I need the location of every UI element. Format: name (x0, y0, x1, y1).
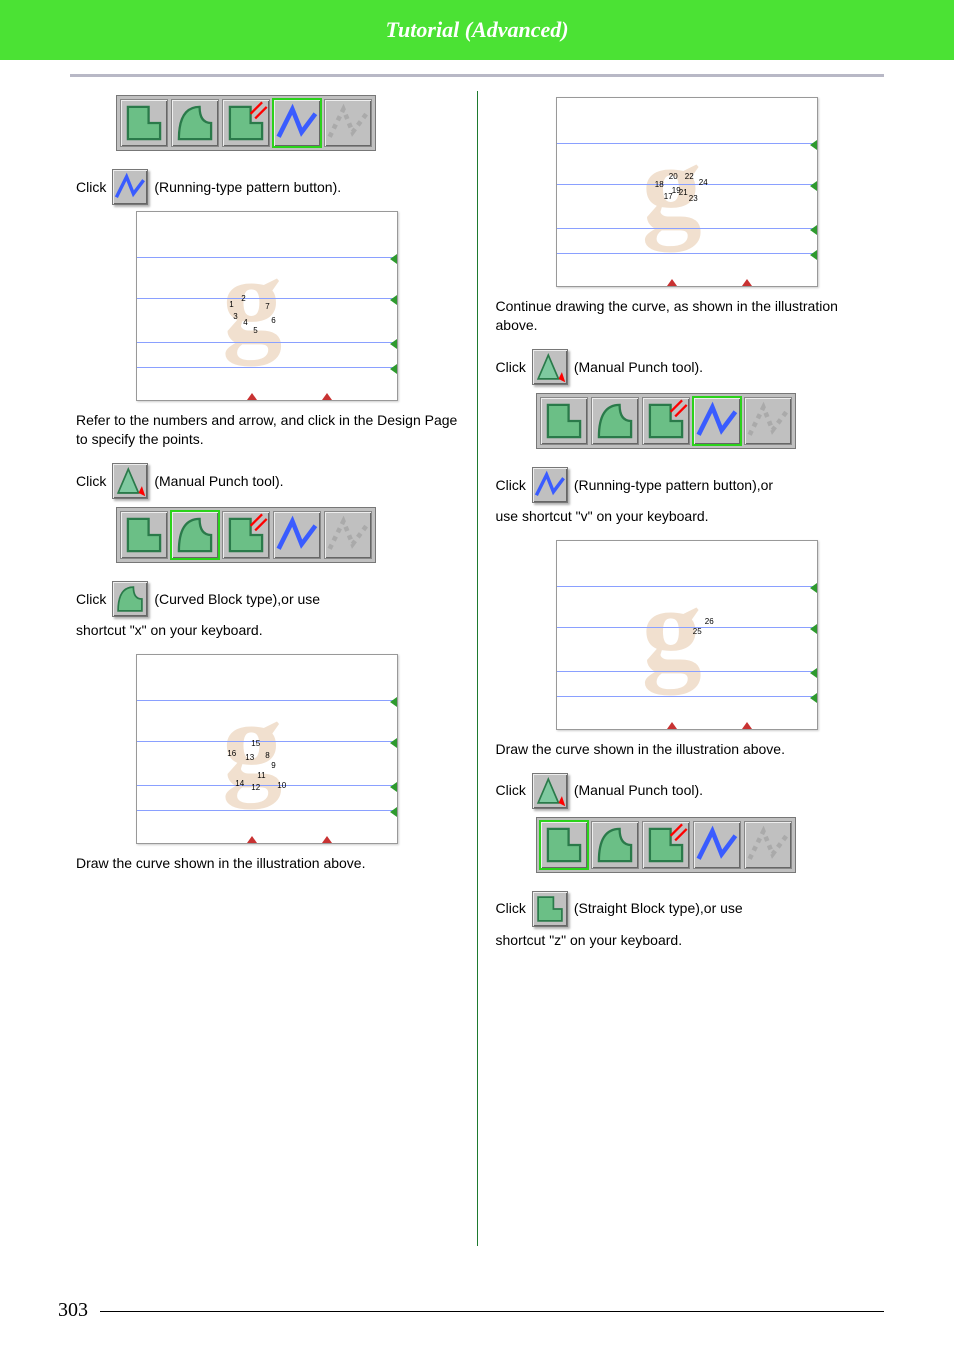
curved-block-button[interactable] (591, 397, 639, 445)
manual-punch-icon (112, 463, 148, 499)
left-column: Click (Running-type pattern button). g 1… (58, 91, 477, 1246)
curved-block-button[interactable] (171, 511, 219, 559)
step-click-manual-punch-2: Click (Manual Punch tool). (496, 349, 879, 385)
manual-punch-icon (532, 349, 568, 385)
text: Click (496, 356, 526, 378)
text: Click (496, 897, 526, 919)
straight-block-button[interactable] (120, 511, 168, 559)
text: (Straight Block type),or use (574, 897, 743, 919)
text: (Running-type pattern button),or (574, 474, 773, 496)
running-icon (532, 467, 568, 503)
header-title: Tutorial (Advanced) (385, 17, 568, 43)
curved-block-button[interactable] (171, 99, 219, 147)
punch-toolbar-1 (116, 95, 376, 151)
semi-auto-block-button[interactable] (222, 99, 270, 147)
design-illustration-3: g 17 18 19 20 21 22 23 24 (556, 97, 818, 287)
step-click-running: Click (Running-type pattern button). (76, 169, 459, 205)
running-button[interactable] (693, 397, 741, 445)
semi-auto-block-button[interactable] (642, 397, 690, 445)
page-number: 303 (58, 1299, 88, 1322)
straight-block-button[interactable] (540, 397, 588, 445)
design-illustration-4: g 25 26 (556, 540, 818, 730)
design-illustration-2: g 8 9 10 11 12 13 14 15 16 (136, 654, 398, 844)
running-button[interactable] (273, 511, 321, 559)
footer-rule (100, 1311, 884, 1312)
step-click-straight-block: Click (Straight Block type),or use (496, 891, 879, 927)
step-click-manual-punch-3: Click (Manual Punch tool). (496, 773, 879, 809)
punch-toolbar-3 (536, 393, 796, 449)
running-button[interactable] (273, 99, 321, 147)
text: Click (76, 176, 106, 198)
step-click-curved-block: Click (Curved Block type),or use (76, 581, 459, 617)
straight-block-button[interactable] (540, 821, 588, 869)
text: Click (496, 474, 526, 496)
feed-button[interactable] (324, 99, 372, 147)
semi-auto-block-button[interactable] (222, 511, 270, 559)
shortcut-x-text: shortcut "x" on your keyboard. (76, 621, 459, 640)
feed-button[interactable] (744, 397, 792, 445)
punch-toolbar-2 (116, 507, 376, 563)
shortcut-z-text: shortcut "z" on your keyboard. (496, 931, 879, 950)
text: (Curved Block type),or use (154, 588, 320, 610)
text: Click (76, 588, 106, 610)
curved-block-button[interactable] (591, 821, 639, 869)
continue-text: Continue drawing the curve, as shown in … (496, 297, 879, 335)
draw-curve-text: Draw the curve shown in the illustration… (76, 854, 459, 873)
running-icon (112, 169, 148, 205)
right-column: g 17 18 19 20 21 22 23 24 Continue drawi… (478, 91, 897, 1246)
straight-block-button[interactable] (120, 99, 168, 147)
page-header: Tutorial (Advanced) (0, 0, 954, 60)
text: (Manual Punch tool). (154, 470, 283, 492)
header-rule (70, 74, 884, 77)
punch-toolbar-4 (536, 817, 796, 873)
text: Click (496, 779, 526, 801)
straight-block-icon (532, 891, 568, 927)
design-illustration-1: g 1 2 3 4 5 6 7 (136, 211, 398, 401)
curved-block-icon (112, 581, 148, 617)
feed-button[interactable] (324, 511, 372, 559)
text: Click (76, 470, 106, 492)
draw-curve-text-2: Draw the curve shown in the illustration… (496, 740, 879, 759)
step-click-manual-punch: Click (Manual Punch tool). (76, 463, 459, 499)
semi-auto-block-button[interactable] (642, 821, 690, 869)
text: (Manual Punch tool). (574, 356, 703, 378)
refer-text: Refer to the numbers and arrow, and clic… (76, 411, 459, 449)
text: (Running-type pattern button). (154, 176, 341, 198)
text: (Manual Punch tool). (574, 779, 703, 801)
manual-punch-icon (532, 773, 568, 809)
step-click-running-2: Click (Running-type pattern button),or (496, 467, 879, 503)
shortcut-v-text: use shortcut "v" on your keyboard. (496, 507, 879, 526)
feed-button[interactable] (744, 821, 792, 869)
running-button[interactable] (693, 821, 741, 869)
